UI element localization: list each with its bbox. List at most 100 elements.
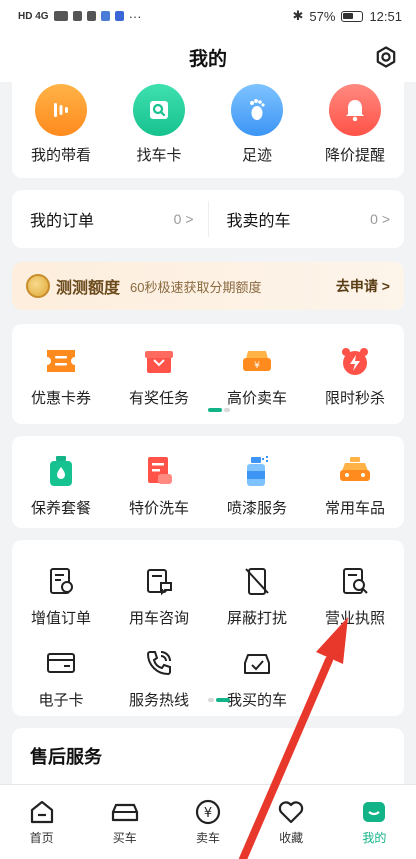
grid-label: 服务热线 [128,692,189,709]
tab-label: 我的 [362,831,387,845]
grid-label: 喷漆服务 [226,500,287,517]
status-right: ✱ 57% 12:51 [293,8,402,24]
consult-icon [140,562,178,600]
profile-icon [363,802,386,822]
clock: 12:51 [369,8,402,24]
grid-item-reward-tasks[interactable]: 有奖任务 [111,342,207,408]
footprint-icon [231,84,283,136]
sell-icon: ¥ [195,799,221,825]
value-order-icon [42,562,80,600]
svg-text:¥: ¥ [204,806,212,821]
tab-favorites[interactable]: 收藏 [256,799,326,859]
grid-label: 有奖任务 [128,390,189,407]
tab-label: 首页 [29,831,54,845]
signal-icon [53,11,68,21]
car-wash-icon [140,452,178,490]
battery-icon [341,10,364,22]
section-title: 售后服务 [30,747,102,767]
app-notification-icon [100,11,110,21]
services-card-1: 优惠卡券 有奖任务 ¥ 高价卖车 限时秒杀 [12,324,404,424]
license-icon [336,562,374,600]
heart-icon [278,801,304,824]
grid-label: 我买的车 [226,692,287,709]
tab-sell-car[interactable]: ¥ 卖车 [173,799,243,859]
bottom-tab-bar: 首页 买车 ¥ 卖车 收藏 我的 [0,784,416,859]
shortcut-price-drop[interactable]: 降价提醒 [309,84,401,165]
status-left: HD 4G ··· [18,9,142,24]
order-count: 0 > [370,211,390,227]
buy-car-icon [111,803,138,822]
tool-consult[interactable]: 用车咨询 [111,562,207,628]
bluetooth-icon: ✱ [292,8,304,23]
promo-desc: 60秒极速获取分期额度 [130,279,262,295]
shortcut-label: 找车卡 [136,147,182,164]
credit-promo-banner[interactable]: 测测额度 60秒极速获取分期额度 去申请 > [12,262,404,310]
shortcut-car-card[interactable]: 找车卡 [113,84,205,165]
shield-icon [86,11,96,21]
count-value: 0 [173,211,182,227]
tab-buy-car[interactable]: 买车 [90,799,160,859]
grid-label: 常用车品 [324,500,385,517]
tool-value-orders[interactable]: 增值订单 [13,562,109,628]
services-card-2: 保养套餐 特价洗车 喷漆服务 常用车品 [12,436,404,528]
tool-e-card[interactable]: 电子卡 [13,644,109,710]
grid-item-sell-high[interactable]: ¥ 高价卖车 [209,342,305,408]
bell-icon [329,84,381,136]
page-title: 我的 [188,48,227,70]
shortcut-label: 降价提醒 [324,147,385,164]
spray-icon [238,452,276,490]
svg-text:¥: ¥ [254,361,260,371]
grid-item-maintenance[interactable]: 保养套餐 [13,452,109,518]
order-label: 我卖的车 [226,213,291,230]
tab-profile[interactable]: 我的 [339,799,409,859]
grid-item-paint[interactable]: 喷漆服务 [209,452,305,518]
bought-car-icon [238,644,276,682]
car-goods-icon [336,452,374,490]
grid-label: 限时秒杀 [324,390,385,407]
tool-empty-slot [307,644,403,710]
order-label: 我的订单 [30,213,95,230]
grid-item-car-wash[interactable]: 特价洗车 [111,452,207,518]
gift-icon [140,342,178,380]
promo-title: 测测额度 [56,280,121,297]
tab-home[interactable]: 首页 [7,799,77,859]
wifi-icon [72,11,82,21]
my-sold-cars-link[interactable]: 我卖的车 0 > [207,201,405,237]
block-icon [238,562,276,600]
gear-icon[interactable] [374,45,398,69]
car-card-icon [133,84,185,136]
tab-label: 收藏 [279,831,304,845]
orders-card: 我的订单 0 > 我卖的车 0 > [12,190,404,248]
flash-sale-icon [336,342,374,380]
title-bar: 我的 [0,32,416,82]
grid-label: 增值订单 [30,610,91,627]
more-icon: ··· [128,8,142,24]
sell-car-icon: ¥ [238,342,276,380]
tool-hotline[interactable]: 服务热线 [111,644,207,710]
battery-percent: 57% [309,8,336,24]
grid-label: 保养套餐 [30,500,91,517]
grid-label: 屏蔽打扰 [226,610,287,627]
shortcut-footprint[interactable]: 足迹 [211,84,303,165]
tools-card: 增值订单 用车咨询 屏蔽打扰 营业执照 电子卡 服务热线 我买的车 [12,540,404,716]
coupon-icon [42,342,80,380]
grid-label: 高价卖车 [226,390,287,407]
chevron-right-icon: > [185,211,194,227]
tool-business-license[interactable]: 营业执照 [307,562,403,628]
tool-block[interactable]: 屏蔽打扰 [209,562,305,628]
network-indicator: HD 4G [18,10,49,22]
apply-link[interactable]: 去申请 > [336,276,390,296]
hotline-icon [140,644,178,682]
viewing-icon [35,84,87,136]
order-count: 0 > [174,211,194,227]
grid-label: 电子卡 [38,692,84,709]
grid-label: 营业执照 [324,610,385,627]
grid-item-coupons[interactable]: 优惠卡券 [13,342,109,408]
grid-item-car-goods[interactable]: 常用车品 [307,452,403,518]
grid-item-flash-sale[interactable]: 限时秒杀 [307,342,403,408]
grid-label: 特价洗车 [128,500,189,517]
grid-label: 用车咨询 [128,610,189,627]
top-shortcuts-card: 我的带看 找车卡 足迹 降价提醒 [12,82,404,178]
shortcut-my-viewings[interactable]: 我的带看 [15,84,107,165]
my-orders-link[interactable]: 我的订单 0 > [12,201,208,237]
